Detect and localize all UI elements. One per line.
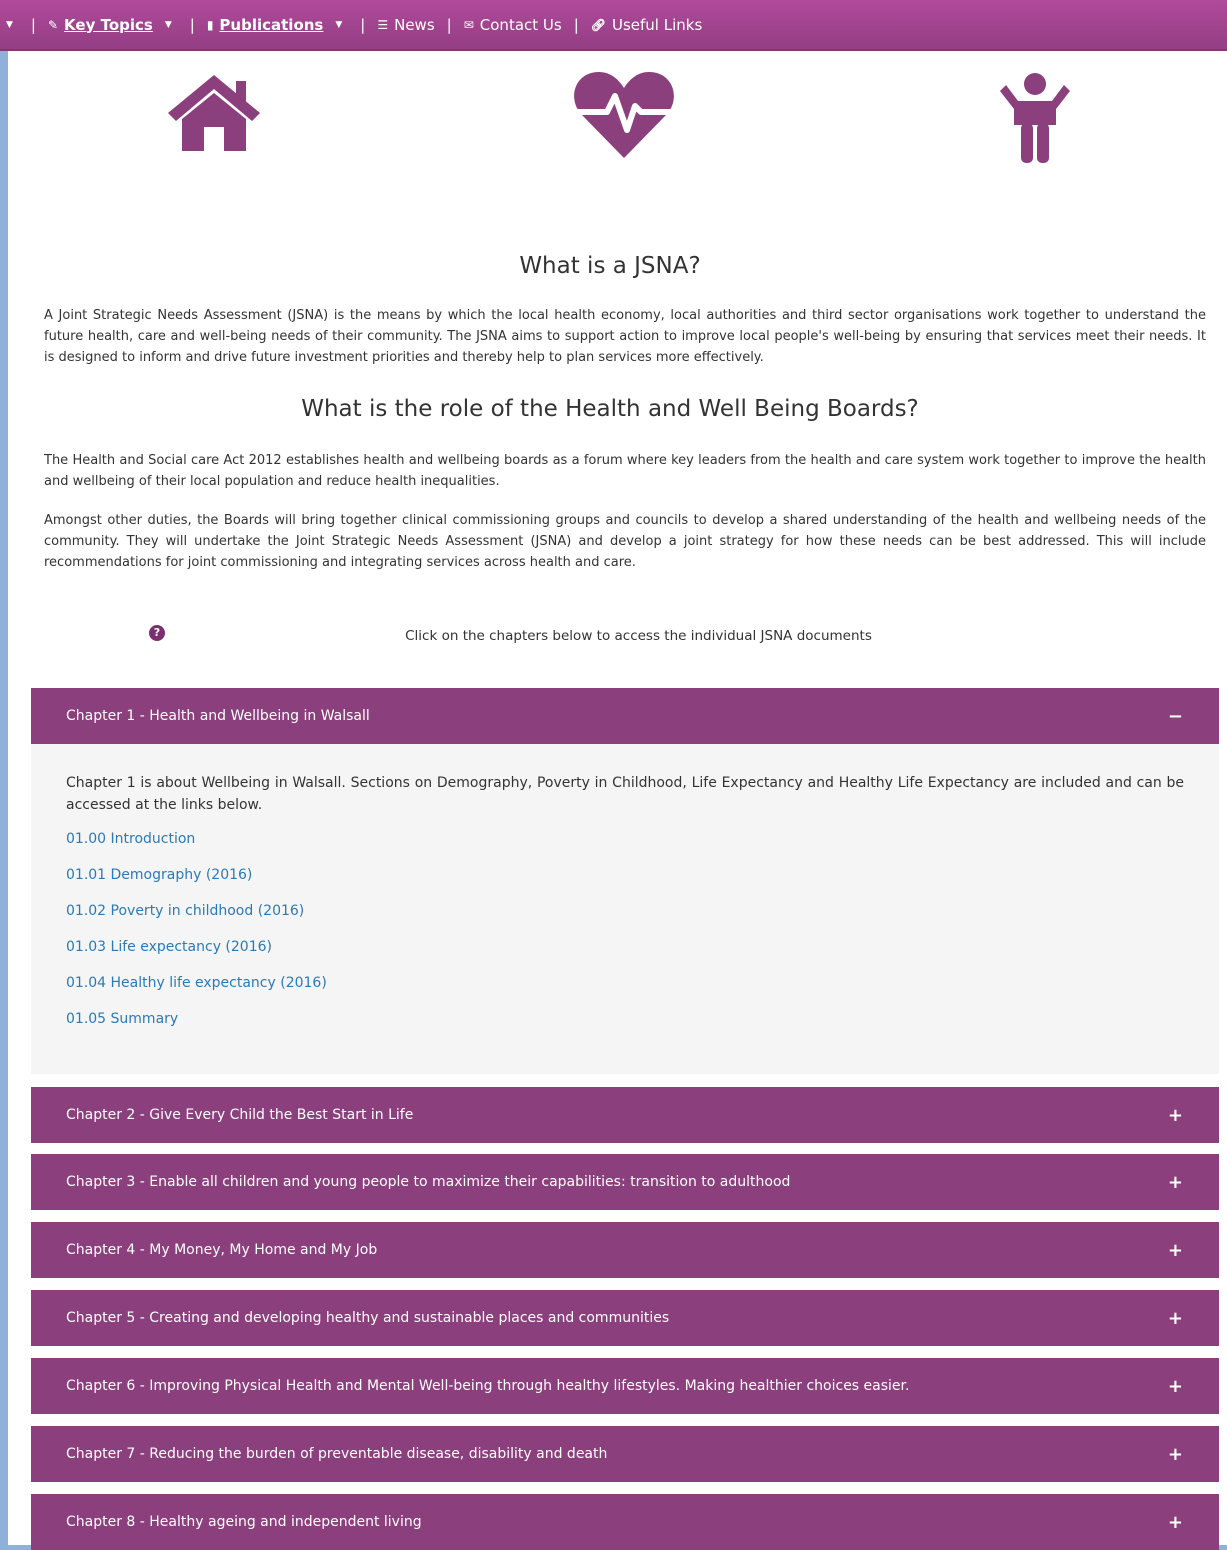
help-text: Click on the chapters below to access th… — [405, 628, 872, 644]
role-paragraph-1: The Health and Social care Act 2012 esta… — [44, 453, 1206, 489]
expand-icon[interactable]: + — [1168, 1376, 1183, 1397]
list-icon: ☰ — [377, 17, 389, 32]
expand-icon[interactable]: + — [1168, 1240, 1183, 1261]
chapter-description: Chapter 1 is about Wellbeing in Walsall.… — [66, 775, 1184, 813]
envelope-icon: ✉ — [463, 17, 474, 32]
chapter-1-panel: Chapter 1 is about Wellbeing in Walsall.… — [31, 744, 1219, 1074]
chapter-title: Chapter 6 - Improving Physical Health an… — [66, 1378, 910, 1394]
chapter-7: Chapter 7 - Reducing the burden of preve… — [31, 1426, 1219, 1482]
person-icon[interactable] — [1000, 73, 1070, 163]
chapter-title: Chapter 4 - My Money, My Home and My Job — [66, 1242, 378, 1258]
expand-icon[interactable]: + — [1168, 1172, 1183, 1193]
nav-separator: | — [446, 15, 452, 34]
role-paragraph-2: Amongst other duties, the Boards will br… — [44, 513, 1206, 570]
chapter-3-header[interactable]: Chapter 3 - Enable all children and youn… — [31, 1154, 1219, 1210]
collapse-icon[interactable]: − — [1168, 706, 1183, 727]
expand-icon[interactable]: + — [1168, 1308, 1183, 1329]
chapter-6: Chapter 6 - Improving Physical Health an… — [31, 1358, 1219, 1414]
link-icon: 🔗︎ — [590, 17, 606, 32]
chapter-8-header[interactable]: Chapter 8 - Healthy ageing and independe… — [31, 1494, 1219, 1550]
home-icon[interactable] — [168, 75, 260, 151]
section-title-role: What is the role of the Health and Well … — [301, 396, 919, 422]
chapter-link[interactable]: 01.05 Summary — [66, 1008, 1184, 1030]
chapter-link[interactable]: 01.03 Life expectancy (2016) — [66, 936, 1184, 958]
chapter-link[interactable]: 01.04 Healthy life expectancy (2016) — [66, 972, 1184, 994]
chapter-1-header[interactable]: Chapter 1 - Health and Wellbeing in Wals… — [31, 688, 1219, 744]
section-title-jsna: What is a JSNA? — [519, 253, 701, 279]
chapter-4-header[interactable]: Chapter 4 - My Money, My Home and My Job… — [31, 1222, 1219, 1278]
chapter-title: Chapter 5 - Creating and developing heal… — [66, 1310, 670, 1326]
nav-contact-us[interactable]: ✉ Contact Us — [464, 16, 562, 34]
chapter-4: Chapter 4 - My Money, My Home and My Job… — [31, 1222, 1219, 1278]
chapter-title: Chapter 1 - Health and Wellbeing in Wals… — [66, 708, 370, 724]
chapter-7-header[interactable]: Chapter 7 - Reducing the burden of preve… — [31, 1426, 1219, 1482]
chapter-link[interactable]: 01.01 Demography (2016) — [66, 864, 1184, 886]
chapter-title: Chapter 7 - Reducing the burden of preve… — [66, 1446, 608, 1462]
nav-label: Contact Us — [479, 15, 562, 34]
caret-down-icon: ▼ — [164, 19, 172, 30]
topic-icons — [0, 65, 1227, 175]
chapter-2: Chapter 2 - Give Every Child the Best St… — [31, 1087, 1219, 1143]
expand-icon[interactable]: + — [1168, 1444, 1183, 1465]
chapter-title: Chapter 2 - Give Every Child the Best St… — [66, 1107, 414, 1123]
chapter-6-header[interactable]: Chapter 6 - Improving Physical Health an… — [31, 1358, 1219, 1414]
nav-label: Publications — [219, 15, 324, 34]
chapter-link[interactable]: 01.02 Poverty in childhood (2016) — [66, 900, 1184, 922]
chapter-5: Chapter 5 - Creating and developing heal… — [31, 1290, 1219, 1346]
expand-icon[interactable]: + — [1168, 1105, 1183, 1126]
nav-useful-links[interactable]: 🔗︎ Useful Links — [591, 16, 703, 34]
nav-separator: | — [189, 15, 195, 34]
caret-down-icon[interactable]: ▼ — [6, 20, 13, 30]
heartbeat-icon[interactable] — [573, 70, 675, 158]
chapter-8: Chapter 8 - Healthy ageing and independe… — [31, 1494, 1219, 1550]
top-nav: ▼ | ✎ Key Topics ▼ | ▮ Publications ▼ | … — [0, 0, 1227, 51]
nav-label: Useful Links — [612, 15, 703, 34]
chapter-title: Chapter 3 - Enable all children and youn… — [66, 1174, 791, 1190]
nav-separator: | — [573, 15, 579, 34]
wrench-icon: ✎ — [47, 17, 59, 32]
intro-paragraph: A Joint Strategic Needs Assessment (JSNA… — [44, 308, 1206, 365]
expand-icon[interactable]: + — [1168, 1512, 1183, 1533]
nav-separator: | — [30, 15, 36, 34]
caret-down-icon: ▼ — [335, 19, 343, 30]
document-icon: ▮ — [206, 17, 214, 32]
chapter-title: Chapter 8 - Healthy ageing and independe… — [66, 1514, 422, 1530]
chapter-3: Chapter 3 - Enable all children and youn… — [31, 1154, 1219, 1210]
nav-separator: | — [360, 15, 366, 34]
nav-news[interactable]: ☰ News — [377, 16, 434, 34]
chapter-accordion: Chapter 1 - Health and Wellbeing in Wals… — [31, 688, 1219, 1074]
nav-label: Key Topics — [64, 15, 153, 34]
chapter-5-header[interactable]: Chapter 5 - Creating and developing heal… — [31, 1290, 1219, 1346]
nav-label: News — [394, 15, 435, 34]
nav-key-topics[interactable]: ✎ Key Topics ▼ — [48, 16, 178, 34]
chapter-2-header[interactable]: Chapter 2 - Give Every Child the Best St… — [31, 1087, 1219, 1143]
nav-publications[interactable]: ▮ Publications ▼ — [207, 16, 348, 34]
chapter-link[interactable]: 01.00 Introduction — [66, 828, 1184, 850]
